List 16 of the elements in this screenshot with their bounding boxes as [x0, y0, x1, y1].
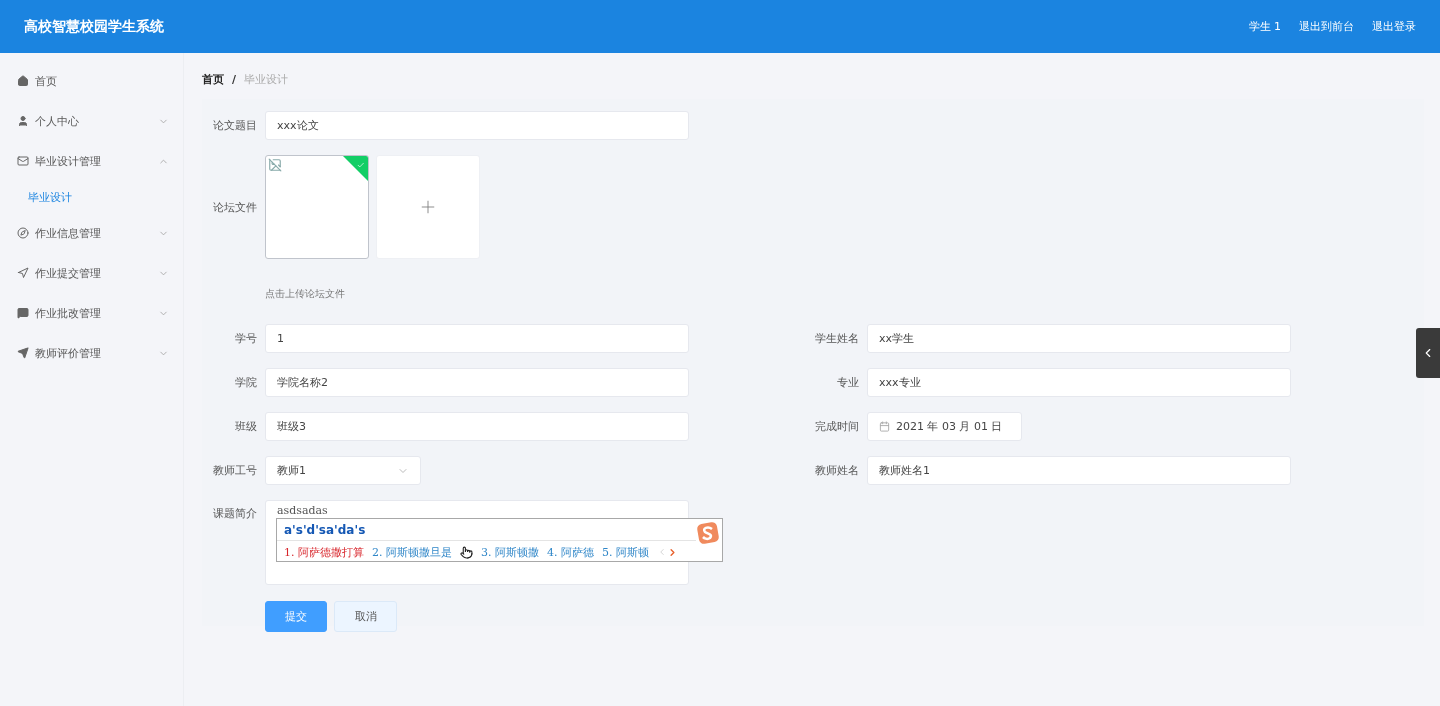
- field-label: 完成时间: [814, 419, 859, 434]
- field-label: 论文题目: [212, 118, 257, 133]
- field-label: 专业: [836, 375, 859, 390]
- field-label: 学院: [234, 375, 257, 390]
- field-label: 教师姓名: [814, 463, 859, 478]
- field-label: 班级: [234, 419, 257, 434]
- field-label: 课题简介: [212, 506, 257, 521]
- app-title: 高校智慧校园学生系统: [24, 17, 164, 36]
- field-label: 教师工号: [212, 463, 257, 478]
- field-label: 学生姓名: [814, 331, 859, 346]
- field-label: 论坛文件: [212, 199, 257, 215]
- upload-hint: 点击上传论坛文件: [265, 287, 346, 301]
- field-label: 学号: [234, 331, 257, 346]
- ime-composition: a's'd'sa'da's: [277, 519, 696, 541]
- breadcrumb-separator: /: [232, 72, 237, 86]
- breadcrumb-item: 毕业设计: [244, 71, 289, 87]
